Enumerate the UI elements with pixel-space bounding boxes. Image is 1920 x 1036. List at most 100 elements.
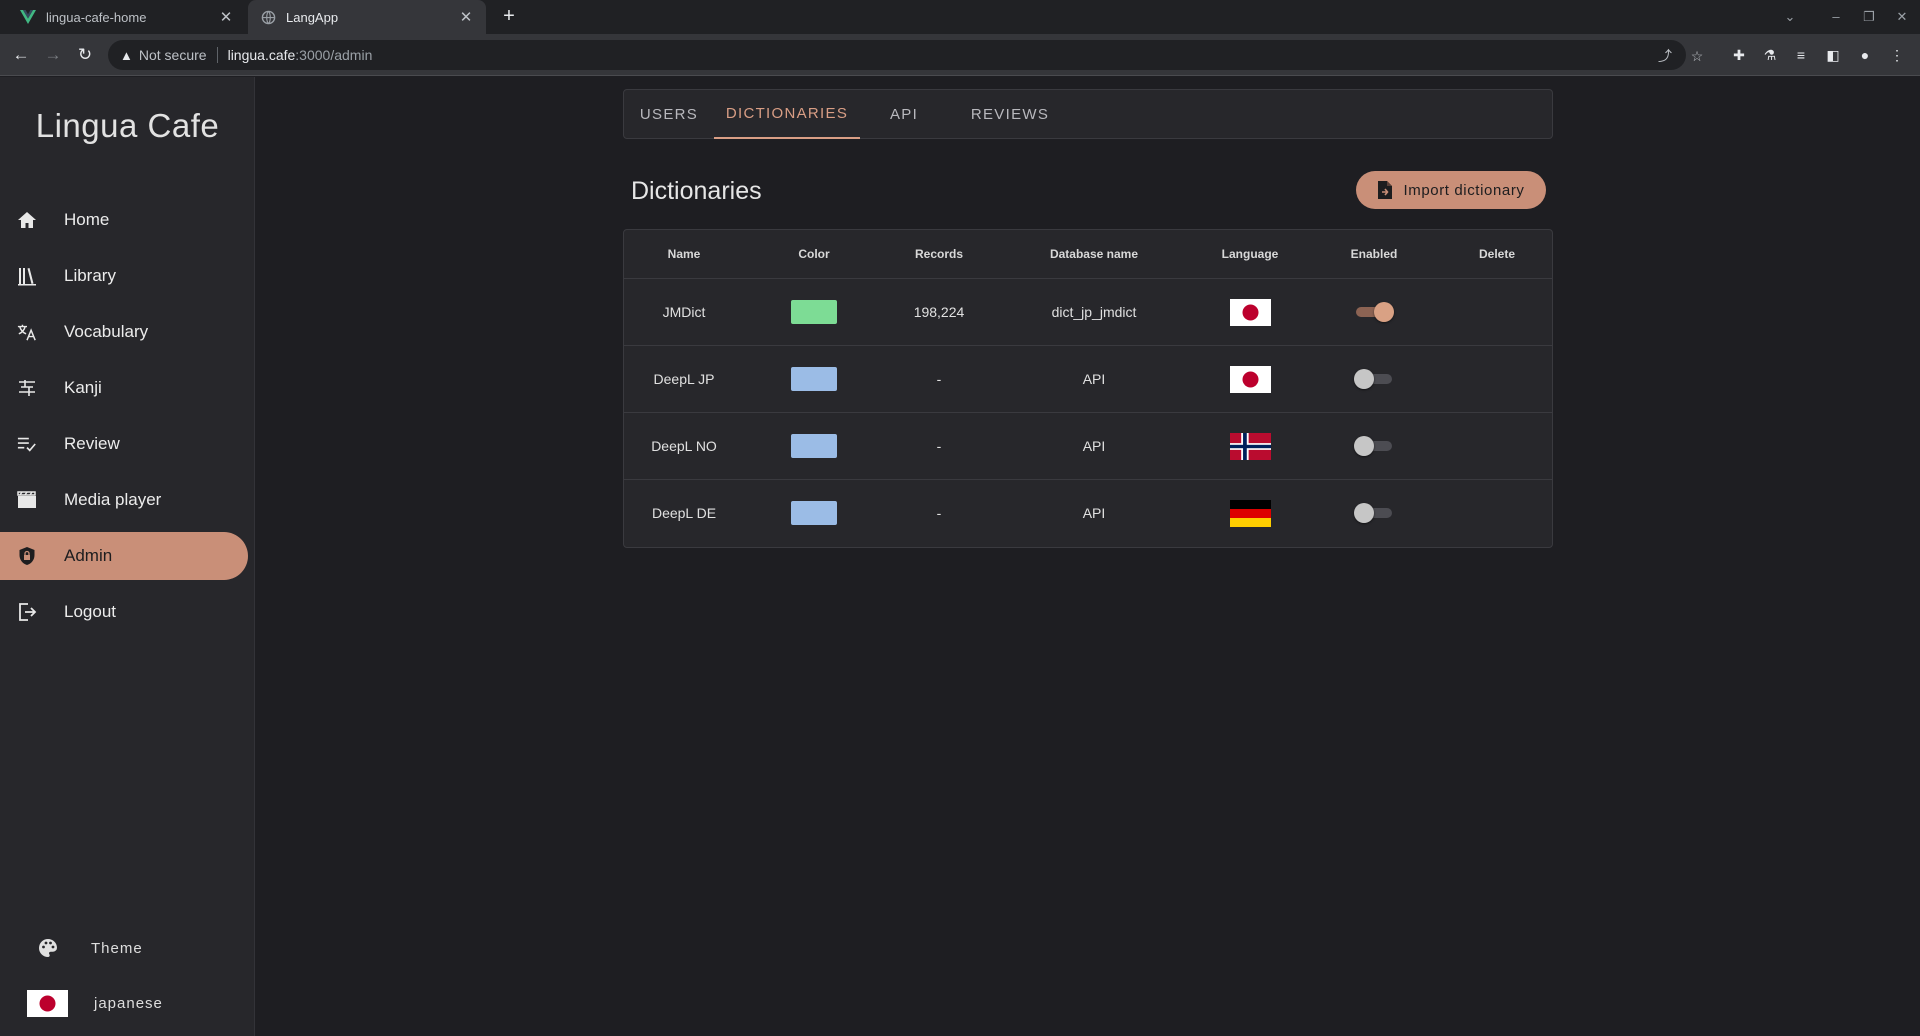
table-row: DeepL DE - API: [624, 479, 1552, 546]
sidebar-item-label: Kanji: [64, 378, 102, 397]
theme-label: Theme: [91, 939, 143, 957]
sidebar-item-label: Review: [64, 434, 120, 453]
japan-flag-icon: [1229, 298, 1271, 326]
review-list-icon: [17, 434, 37, 454]
new-tab-button[interactable]: +: [496, 5, 522, 29]
tab-search-icon[interactable]: ⌄: [1777, 6, 1803, 28]
back-arrow-icon[interactable]: ←: [8, 42, 34, 68]
address-bar[interactable]: ▲ Not secure lingua.cafe:3000/admin ⤴ ☆: [108, 40, 1703, 70]
minimize-icon[interactable]: –: [1823, 6, 1849, 28]
records-count: -: [936, 438, 942, 454]
dictionary-name: DeepL JP: [653, 371, 715, 387]
side-panel-icon[interactable]: ◧: [1823, 45, 1843, 65]
labs-flask-icon[interactable]: ⚗: [1760, 45, 1780, 65]
globe-icon: [260, 9, 276, 25]
enabled-toggle[interactable]: [1354, 502, 1394, 524]
records-count: -: [936, 371, 942, 387]
import-button-label: Import dictionary: [1403, 181, 1525, 199]
reload-icon[interactable]: ↻: [72, 42, 98, 68]
browser-tab-bar: lingua-cafe-home ✕ LangApp ✕ + ⌄ – ❐ ✕: [0, 0, 1920, 34]
share-icon[interactable]: ⤴: [1656, 47, 1674, 65]
language-cell: [1194, 413, 1306, 479]
forward-arrow-icon[interactable]: →: [40, 42, 66, 68]
sidebar-item-logout[interactable]: Logout: [0, 588, 248, 636]
norway-flag-icon: [1229, 432, 1271, 460]
column-header-enabled: Enabled: [1350, 247, 1398, 261]
language-cell: [1194, 346, 1306, 412]
sidebar-item-library[interactable]: Library: [0, 252, 248, 300]
enabled-toggle[interactable]: [1354, 368, 1394, 390]
kanji-icon: [17, 378, 37, 398]
color-cell: [744, 480, 884, 546]
enabled-toggle[interactable]: [1354, 301, 1394, 323]
tab-api[interactable]: API: [860, 90, 948, 139]
japan-flag-icon: [1229, 365, 1271, 393]
admin-tabs: USERS DICTIONARIES API REVIEWS: [623, 89, 1553, 139]
japan-flag-icon: [27, 989, 68, 1017]
close-tab-icon[interactable]: ✕: [458, 8, 474, 26]
profile-avatar-icon[interactable]: ●: [1855, 45, 1875, 65]
column-header-records: Records: [914, 247, 964, 261]
database-name: dict_jp_jmdict: [1051, 304, 1137, 320]
logout-icon: [17, 602, 37, 622]
sidebar-item-kanji[interactable]: Kanji: [0, 364, 248, 412]
shield-lock-icon: [17, 546, 37, 566]
bookmark-star-icon[interactable]: ☆: [1688, 47, 1706, 65]
url-path: :3000/admin: [295, 47, 373, 63]
media-queue-icon[interactable]: ≡: [1791, 45, 1811, 65]
tab-reviews[interactable]: REVIEWS: [948, 90, 1072, 139]
sidebar-item-label: Vocabulary: [64, 322, 149, 341]
enabled-toggle[interactable]: [1354, 435, 1394, 457]
table-row: DeepL JP - API: [624, 345, 1552, 412]
sidebar-item-home[interactable]: Home: [0, 196, 248, 244]
brand-title: Lingua Cafe: [35, 107, 220, 144]
theme-toggle[interactable]: Theme: [0, 928, 255, 968]
color-swatch[interactable]: [791, 434, 837, 458]
column-header-name: Name: [667, 247, 701, 261]
address-divider: [216, 47, 218, 63]
dictionary-name: DeepL NO: [651, 438, 717, 454]
column-header-color: Color: [798, 247, 830, 261]
warning-icon: ▲: [120, 47, 133, 63]
germany-flag-icon: [1229, 499, 1271, 527]
tab-users[interactable]: USERS: [624, 90, 714, 139]
sidebar-item-media-player[interactable]: Media player: [0, 476, 248, 524]
sidebar: Lingua Cafe Home Library Vocabulary Kanj…: [0, 77, 255, 1036]
page-title: Dictionaries: [631, 177, 762, 205]
menu-kebab-icon[interactable]: ⋮: [1887, 45, 1907, 65]
close-tab-icon[interactable]: ✕: [218, 8, 234, 26]
color-cell: [744, 346, 884, 412]
restore-icon[interactable]: ❐: [1856, 6, 1882, 28]
vue-logo-icon: [20, 9, 36, 25]
browser-tab-langapp[interactable]: LangApp ✕: [248, 0, 486, 34]
column-header-language: Language: [1221, 247, 1279, 261]
app-root: Lingua Cafe Home Library Vocabulary Kanj…: [0, 77, 1920, 1036]
browser-toolbar: ← → ↻ ▲ Not secure lingua.cafe:3000/admi…: [0, 34, 1920, 76]
palette-icon: [38, 938, 58, 958]
sidebar-item-admin[interactable]: Admin: [0, 532, 248, 580]
delete-cell: [1442, 346, 1552, 412]
records-count: 198,224: [913, 304, 965, 320]
translate-icon: [17, 322, 37, 342]
main-content: USERS DICTIONARIES API REVIEWS Dictionar…: [256, 77, 1920, 1036]
dictionaries-table: Name Color Records Database name Languag…: [623, 229, 1553, 548]
tab-dictionaries[interactable]: DICTIONARIES: [714, 90, 860, 139]
sidebar-item-vocabulary[interactable]: Vocabulary: [0, 308, 248, 356]
table-row: DeepL NO - API: [624, 412, 1552, 479]
color-swatch[interactable]: [791, 300, 837, 324]
close-window-icon[interactable]: ✕: [1889, 6, 1915, 28]
sidebar-item-label: Home: [64, 210, 110, 229]
extensions-puzzle-icon[interactable]: ✚: [1729, 45, 1749, 65]
color-swatch[interactable]: [791, 367, 837, 391]
sidebar-item-label: Media player: [64, 490, 162, 509]
import-dictionary-button[interactable]: Import dictionary: [1356, 171, 1546, 209]
color-swatch[interactable]: [791, 501, 837, 525]
column-header-delete: Delete: [1478, 247, 1516, 261]
dictionary-name: DeepL DE: [651, 505, 717, 521]
database-name: API: [1082, 371, 1106, 387]
browser-tab-lingua-cafe-home[interactable]: lingua-cafe-home ✕: [8, 0, 246, 34]
language-selector[interactable]: japanese: [0, 983, 255, 1023]
sidebar-item-review[interactable]: Review: [0, 420, 248, 468]
database-name: API: [1082, 505, 1106, 521]
security-label: Not secure: [138, 47, 207, 63]
